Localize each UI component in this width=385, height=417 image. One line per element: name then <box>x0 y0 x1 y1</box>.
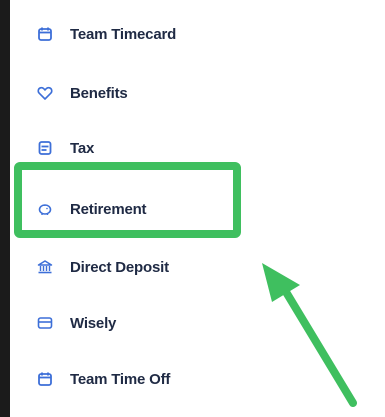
annotation-arrow <box>262 263 357 407</box>
navigation-panel: Team Timecard Benefits Tax Retirement Di… <box>0 0 385 417</box>
